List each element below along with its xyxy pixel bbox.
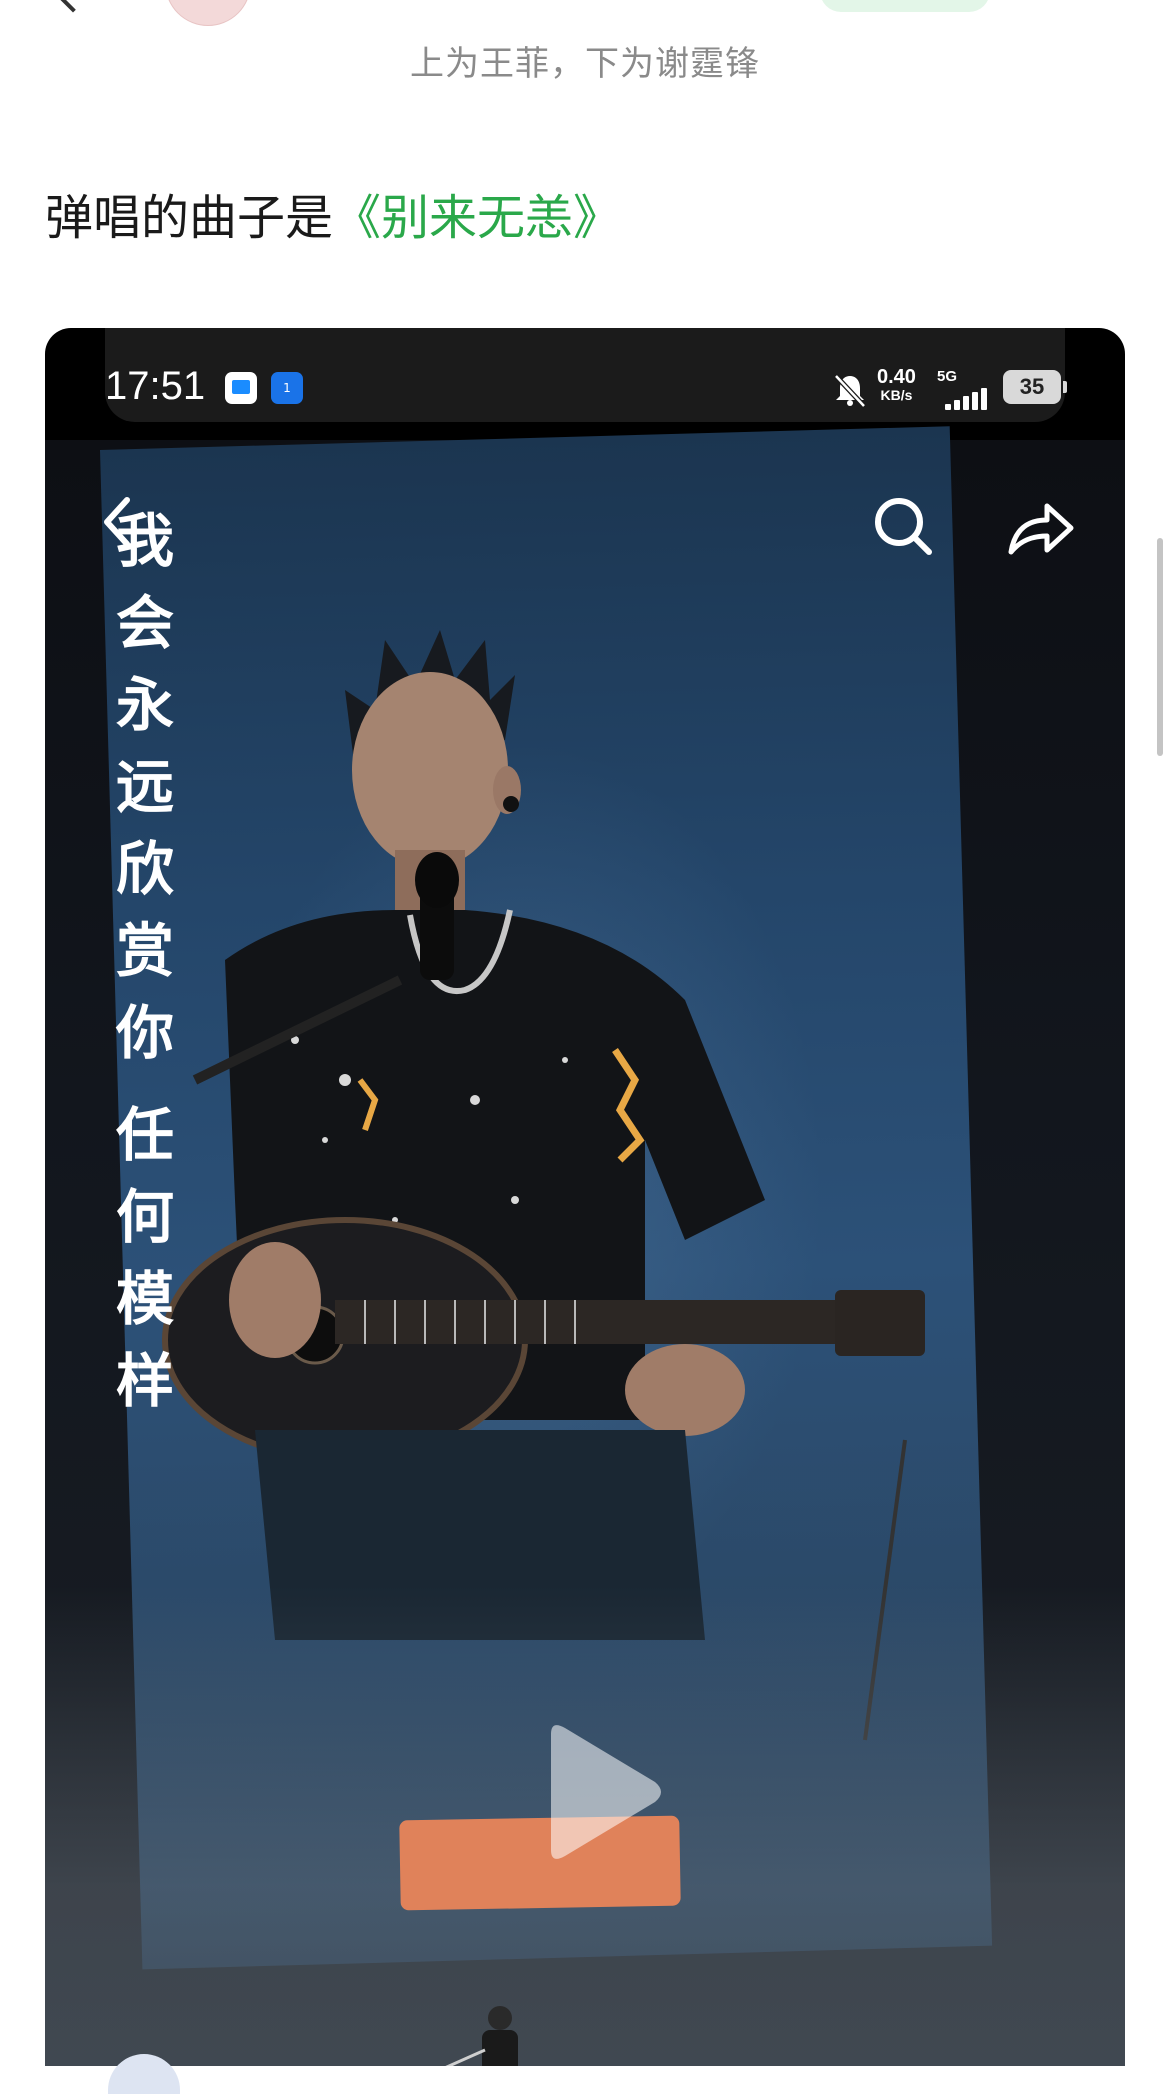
- lyrics-overlay: 我 会 永 远 欣 赏 你 任 何 模 样: [105, 500, 185, 1422]
- avatar[interactable]: [165, 0, 251, 26]
- post-text-prefix: 弹唱的曲子是: [45, 190, 334, 246]
- lyric-char: 你: [115, 999, 174, 1067]
- back-icon[interactable]: [97, 492, 137, 552]
- network-speed: 0.40 KB/s: [877, 366, 916, 404]
- lyric-char: 远: [115, 753, 174, 821]
- notification-badge: 1: [283, 381, 291, 395]
- app-notification-icon: [225, 372, 257, 404]
- play-icon[interactable]: [515, 1712, 675, 1872]
- bell-muted-icon: [830, 370, 870, 410]
- scrollbar[interactable]: [1157, 538, 1163, 756]
- broadcast-notification-icon: 1: [271, 372, 303, 404]
- search-icon[interactable]: [871, 494, 935, 558]
- signal-icon: [945, 388, 995, 410]
- lyric-char: 模: [115, 1265, 174, 1333]
- network-type: 5G: [937, 368, 958, 385]
- network-speed-value: 0.40: [877, 366, 916, 388]
- image-caption: 上为王菲，下为谢霆锋: [410, 44, 760, 84]
- embedded-screenshot-image[interactable]: 17:51 1 0.40 KB/s 5G 35 我 会 永 远 欣 赏 你 任 …: [45, 328, 1125, 2086]
- network-speed-unit: KB/s: [880, 387, 913, 403]
- top-navigation-partial: [0, 0, 1170, 26]
- lyric-char: 永: [115, 671, 174, 739]
- lyric-char: 赏: [115, 917, 174, 985]
- follow-button[interactable]: [820, 0, 990, 12]
- lyric-char: 欣: [115, 835, 174, 903]
- status-time: 17:51: [105, 364, 206, 408]
- lyric-char: 何: [115, 1183, 174, 1251]
- video-frame[interactable]: 我 会 永 远 欣 赏 你 任 何 模 样: [45, 426, 1125, 2086]
- lyric-char: 样: [115, 1347, 174, 1415]
- lyric-char: 会: [115, 589, 174, 657]
- lyric-char: 任: [115, 1101, 174, 1169]
- battery-indicator: 35: [1003, 370, 1067, 404]
- post-text: 弹唱的曲子是《别来无恙》: [45, 178, 621, 248]
- back-icon[interactable]: [57, 0, 89, 13]
- song-title-link[interactable]: 《别来无恙》: [333, 190, 621, 246]
- share-icon[interactable]: [1005, 496, 1077, 560]
